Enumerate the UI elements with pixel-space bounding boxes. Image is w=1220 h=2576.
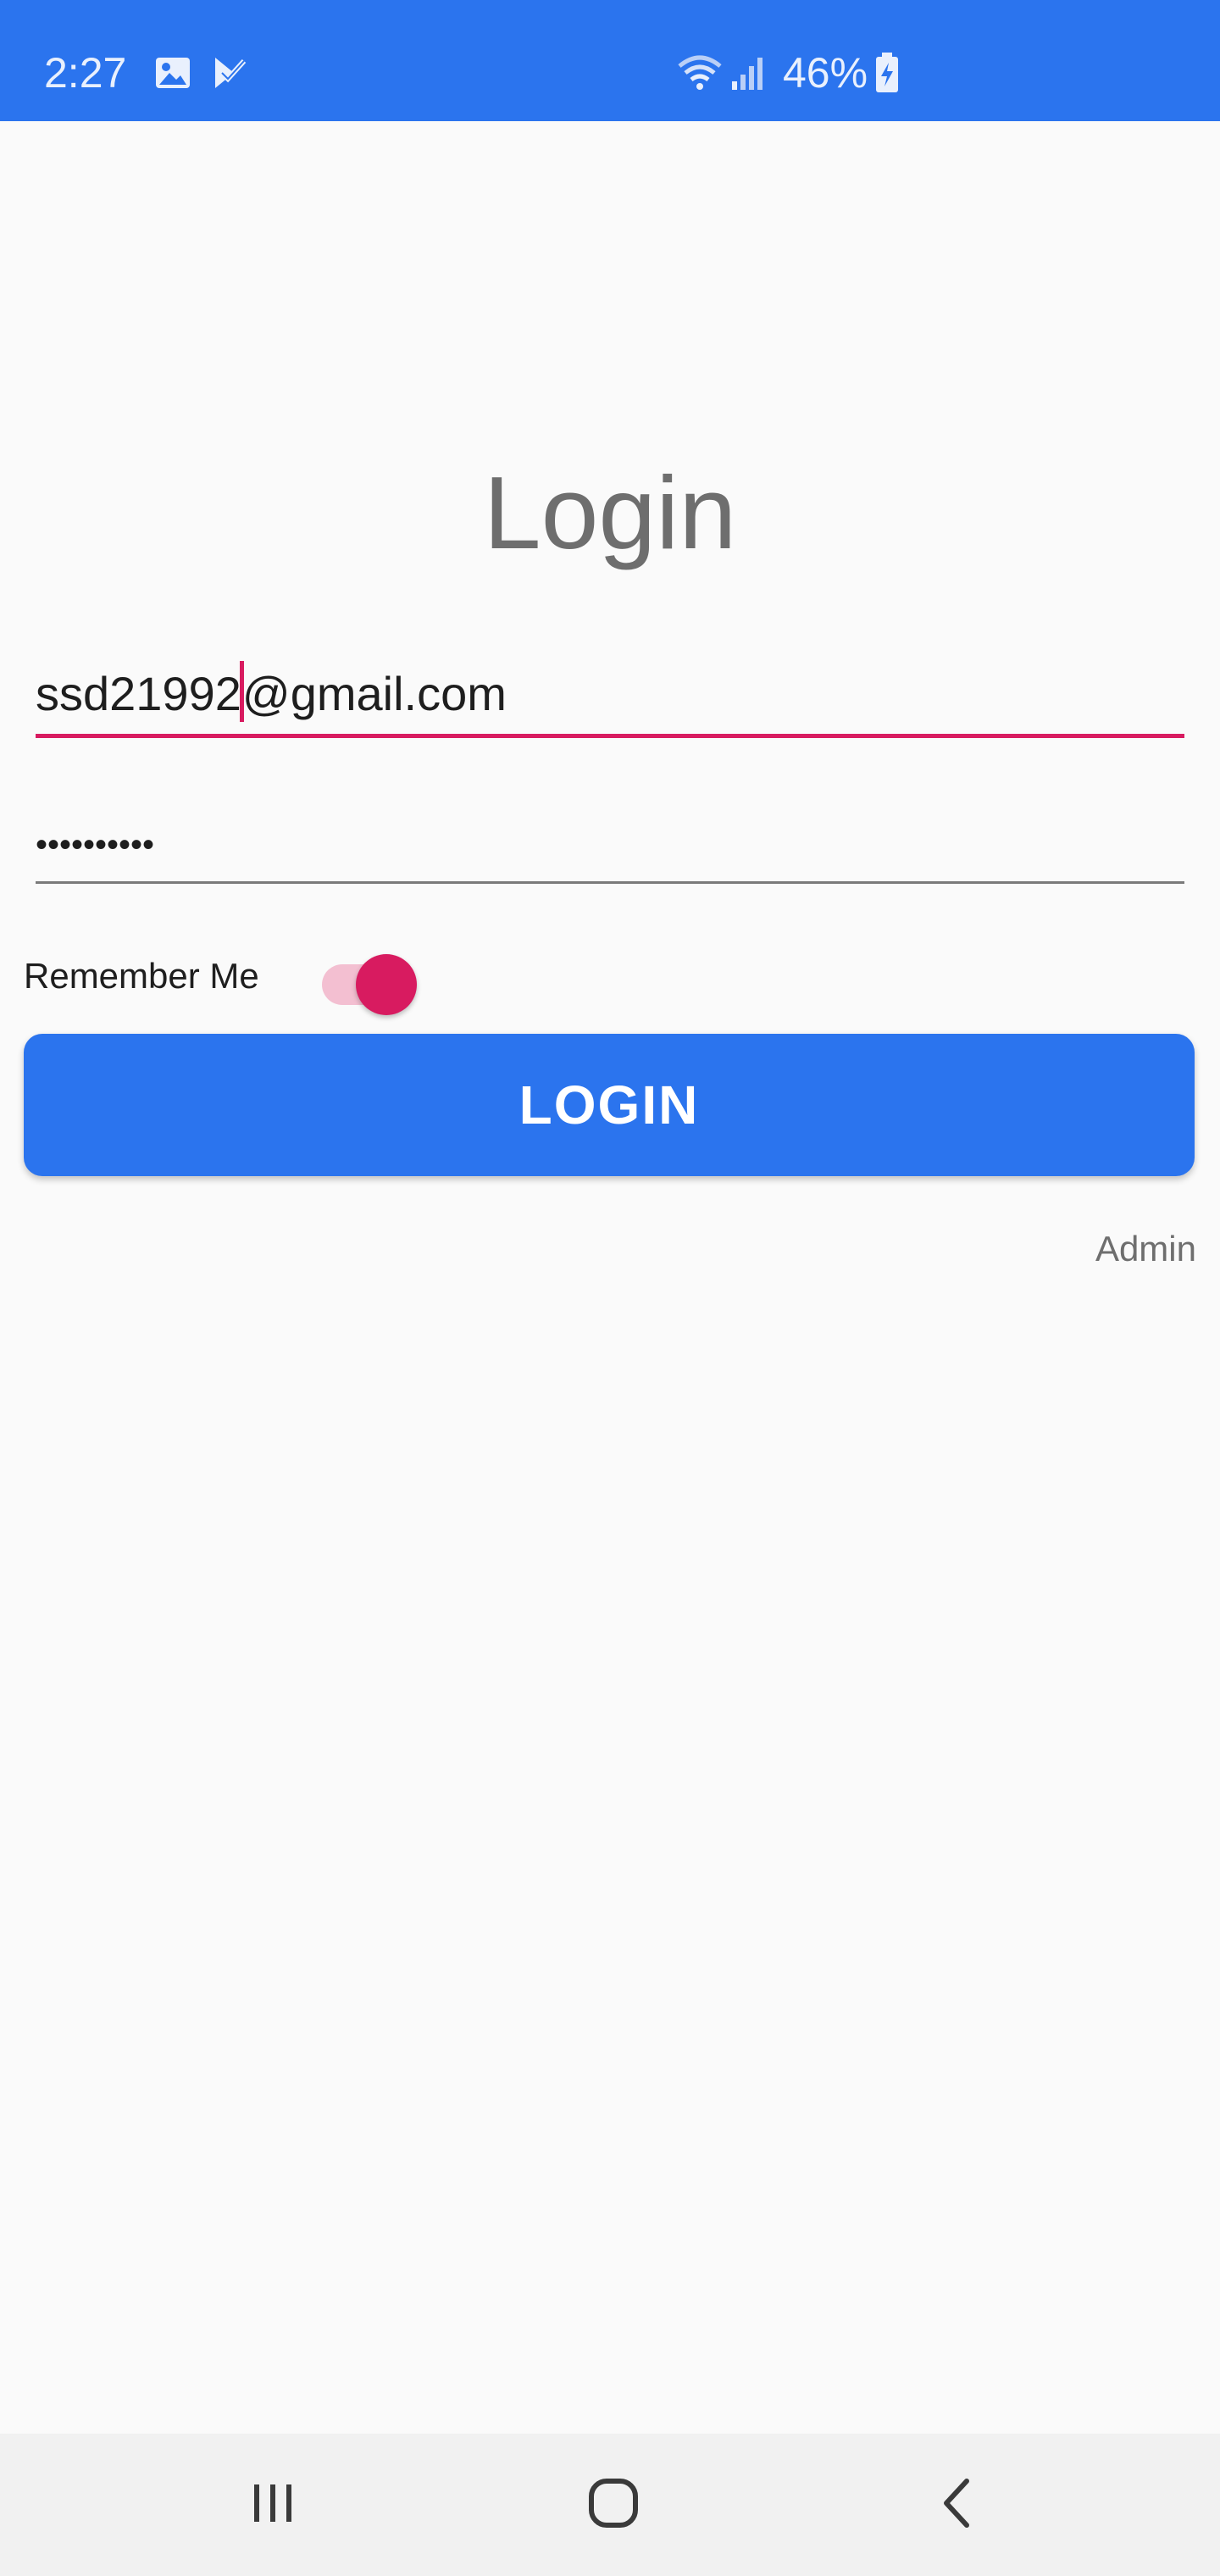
recent-apps-icon [247, 2478, 298, 2533]
login-button[interactable]: LOGIN [24, 1034, 1195, 1176]
email-text-before-caret: ssd21992 [36, 667, 241, 720]
switch-thumb [356, 954, 417, 1015]
email-text-after-caret: @gmail.com [241, 667, 507, 720]
remember-me-switch[interactable] [298, 949, 422, 1015]
back-icon [936, 2476, 979, 2534]
status-time: 2:27 [44, 49, 127, 97]
page-title: Login [483, 455, 737, 570]
signal-icon [730, 54, 768, 96]
battery-percent: 46% [783, 49, 868, 97]
navigation-bar [0, 2434, 1220, 2576]
home-button[interactable] [529, 2434, 698, 2576]
recent-apps-button[interactable] [188, 2434, 358, 2576]
home-icon [586, 2476, 640, 2534]
gallery-icon [154, 56, 191, 94]
battery-charging-icon [874, 53, 900, 97]
email-value: ssd21992@gmail.com [36, 661, 507, 724]
password-value: •••••••••• [36, 826, 155, 863]
back-button[interactable] [873, 2434, 1042, 2576]
status-bar: 2:27 46% [0, 0, 1220, 121]
password-field[interactable]: •••••••••• [36, 812, 1184, 884]
wifi-icon [676, 54, 724, 96]
remember-me-row: Remember Me [24, 944, 532, 1015]
email-field[interactable]: ssd21992@gmail.com [36, 661, 1184, 738]
admin-link[interactable]: Admin [1095, 1225, 1196, 1273]
task-check-icon [212, 56, 247, 94]
remember-me-label: Remember Me [24, 956, 259, 996]
